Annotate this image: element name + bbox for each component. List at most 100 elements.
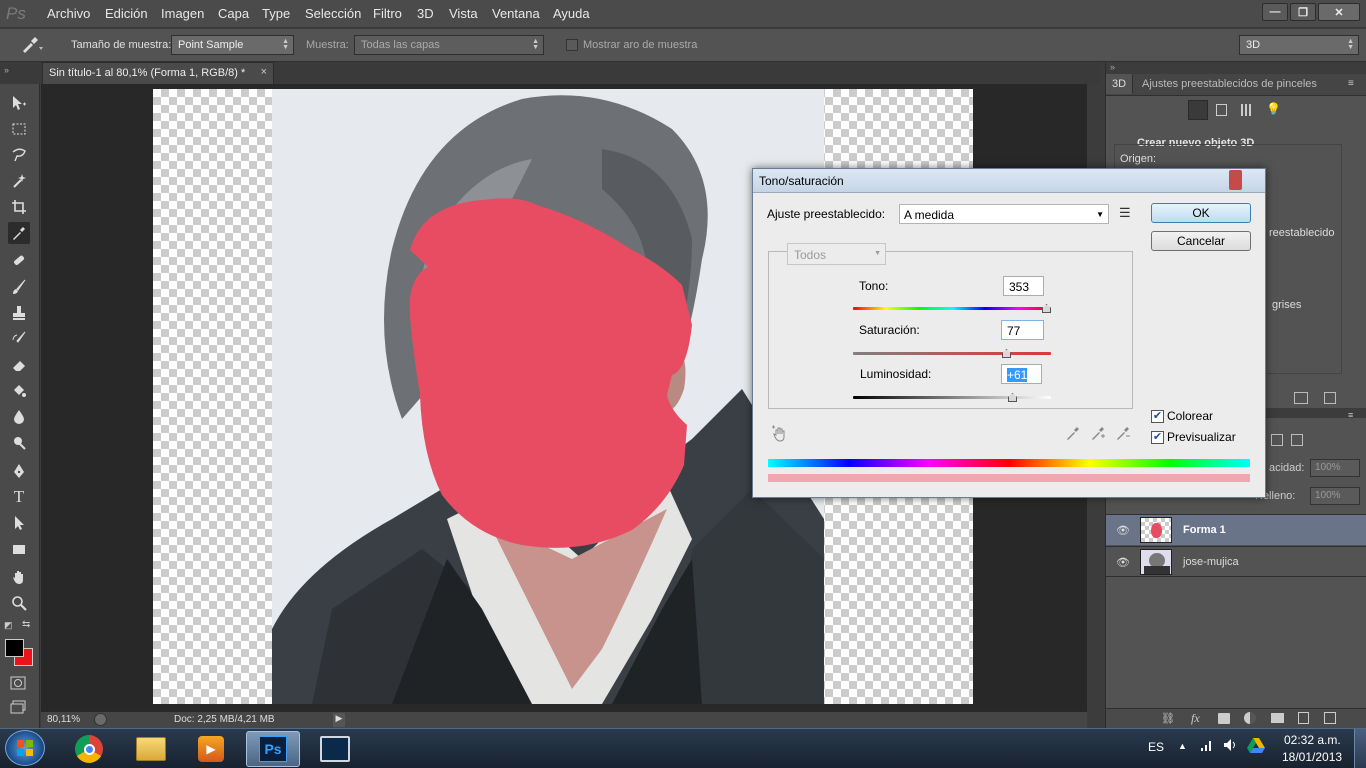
default-colors-icon[interactable]: ◩	[4, 620, 13, 631]
ok-button[interactable]: OK	[1151, 203, 1251, 223]
google-drive-icon[interactable]	[1247, 738, 1265, 753]
eyedropper-minus-icon[interactable]	[1115, 425, 1131, 441]
panel-tab-3d[interactable]: 3D	[1106, 74, 1134, 94]
fill-input[interactable]: 100%	[1310, 487, 1360, 505]
zoom-tool-icon[interactable]	[8, 592, 30, 614]
menu-edicion[interactable]: Edición	[105, 6, 148, 21]
show-desktop-button[interactable]	[1354, 729, 1366, 768]
move-tool-icon[interactable]	[8, 92, 30, 114]
colorize-checkbox[interactable]: ✔	[1151, 410, 1164, 423]
menu-seleccion[interactable]: Selección	[305, 6, 361, 21]
adjustment-layer-icon[interactable]	[1244, 712, 1256, 724]
eyedropper-tool-preset-icon[interactable]	[20, 36, 44, 54]
minimize-button[interactable]: —	[1262, 3, 1288, 21]
menu-filtro[interactable]: Filtro	[373, 6, 402, 21]
photoshop-taskbar-icon[interactable]: Ps	[246, 731, 300, 767]
media-player-taskbar-icon[interactable]: ▶	[184, 731, 238, 767]
chrome-taskbar-icon[interactable]	[62, 731, 116, 767]
quick-mask-icon[interactable]	[7, 672, 29, 694]
lock-pixels-icon[interactable]	[1271, 434, 1283, 446]
material-filter-icon[interactable]	[1241, 104, 1253, 116]
close-button[interactable]: ✕	[1318, 3, 1360, 21]
layer-row-jose-mujica[interactable]: 👁 jose-mujica	[1106, 546, 1366, 577]
clock-time[interactable]: 02:32 a.m.	[1284, 733, 1341, 747]
start-button[interactable]	[5, 730, 45, 766]
visibility-eye-icon[interactable]: 👁	[1116, 556, 1130, 569]
collapse-icon[interactable]: »	[4, 65, 9, 75]
layer-style-icon[interactable]: fx	[1191, 711, 1200, 726]
paint-bucket-tool-icon[interactable]	[8, 380, 30, 402]
saturation-slider-track[interactable]	[853, 352, 1051, 355]
sample-select[interactable]: Todas las capas ▲ ▼	[354, 35, 544, 55]
swap-colors-icon[interactable]: ⇆	[22, 619, 30, 630]
healing-brush-tool-icon[interactable]	[8, 250, 30, 272]
pen-tool-icon[interactable]	[8, 460, 30, 482]
menu-ventana[interactable]: Ventana	[492, 6, 540, 21]
lightness-input[interactable]: +61	[1001, 364, 1042, 384]
status-expand-icon[interactable]: ▶	[333, 713, 345, 727]
hue-input[interactable]: 353	[1003, 276, 1044, 296]
menu-archivo[interactable]: Archivo	[47, 6, 90, 21]
volume-icon[interactable]	[1223, 738, 1239, 752]
eyedropper-tool-icon[interactable]	[8, 222, 30, 244]
preview-checkbox[interactable]: ✔	[1151, 431, 1164, 444]
history-brush-tool-icon[interactable]	[8, 328, 30, 350]
menu-capa[interactable]: Capa	[218, 6, 249, 21]
eyedropper-plus-icon[interactable]	[1090, 425, 1106, 441]
layers-menu-icon[interactable]: ≡	[1348, 410, 1353, 420]
file-explorer-taskbar-icon[interactable]	[124, 731, 178, 767]
link-layers-icon[interactable]: ⛓	[1161, 712, 1175, 725]
shape-layer-forma-1[interactable]	[402, 195, 702, 555]
menu-vista[interactable]: Vista	[449, 6, 478, 21]
delete-layer-icon[interactable]	[1324, 712, 1336, 724]
document-tab[interactable]: Sin título-1 al 80,1% (Forma 1, RGB/8) *…	[42, 62, 274, 84]
screen-mode-icon[interactable]	[7, 696, 29, 718]
new-layer-icon[interactable]	[1298, 712, 1309, 724]
magic-wand-tool-icon[interactable]	[8, 170, 30, 192]
dialog-titlebar[interactable]: Tono/saturación	[753, 169, 1265, 193]
menu-3d[interactable]: 3D	[417, 6, 434, 21]
foreground-color-swatch[interactable]	[5, 639, 24, 657]
clock-date[interactable]: 18/01/2013	[1282, 750, 1342, 764]
saturation-input[interactable]: 77	[1001, 320, 1044, 340]
dialog-close-icon[interactable]	[1229, 170, 1242, 190]
add-mask-icon[interactable]	[1218, 713, 1230, 724]
brush-tool-icon[interactable]	[8, 276, 30, 298]
panel-menu-icon[interactable]: ≡	[1348, 78, 1354, 89]
menu-type[interactable]: Type	[262, 6, 290, 21]
preset-options-icon[interactable]: ☰	[1119, 205, 1131, 221]
light-filter-icon[interactable]: 💡	[1266, 102, 1281, 116]
workspace-select[interactable]: 3D ▲ ▼	[1239, 35, 1359, 55]
menu-ayuda[interactable]: Ayuda	[553, 6, 590, 21]
mesh-filter-icon[interactable]	[1216, 104, 1227, 116]
panel-collapse-icon[interactable]: »	[1106, 62, 1366, 74]
status-menu-icon[interactable]	[94, 713, 107, 726]
scene-filter-icon[interactable]	[1188, 100, 1208, 120]
targeted-adjustment-hand-icon[interactable]	[771, 425, 789, 443]
panel-tab-brush-presets[interactable]: Ajustes preestablecidos de pinceles	[1136, 74, 1323, 94]
blur-tool-icon[interactable]	[8, 406, 30, 428]
eyedropper-icon[interactable]	[1065, 425, 1081, 441]
path-selection-tool-icon[interactable]	[8, 512, 30, 534]
marquee-tool-icon[interactable]	[8, 118, 30, 140]
screen-recorder-taskbar-icon[interactable]	[308, 731, 362, 767]
show-hidden-icons[interactable]: ▲	[1178, 741, 1187, 751]
zoom-level[interactable]: 80,11%	[47, 714, 80, 725]
clone-stamp-tool-icon[interactable]	[8, 302, 30, 324]
show-ring-checkbox[interactable]	[566, 39, 578, 51]
eraser-tool-icon[interactable]	[8, 354, 30, 376]
rectangle-tool-icon[interactable]	[8, 538, 30, 560]
delete-3d-icon[interactable]	[1324, 392, 1336, 404]
hand-tool-icon[interactable]	[8, 566, 30, 588]
new-group-icon[interactable]	[1271, 713, 1284, 723]
lasso-tool-icon[interactable]	[8, 144, 30, 166]
hue-slider-track[interactable]	[853, 307, 1051, 310]
close-tab-icon[interactable]: ×	[261, 66, 267, 78]
new-3d-icon[interactable]	[1294, 392, 1308, 404]
visibility-eye-icon[interactable]: 👁	[1116, 524, 1130, 537]
channel-select[interactable]: Todos ▼	[787, 243, 886, 265]
lock-artboard-icon[interactable]	[1291, 434, 1303, 446]
crop-tool-icon[interactable]	[8, 196, 30, 218]
sample-size-select[interactable]: Point Sample ▲ ▼	[171, 35, 294, 55]
layer-row-forma-1[interactable]: 👁 Forma 1	[1106, 514, 1366, 545]
